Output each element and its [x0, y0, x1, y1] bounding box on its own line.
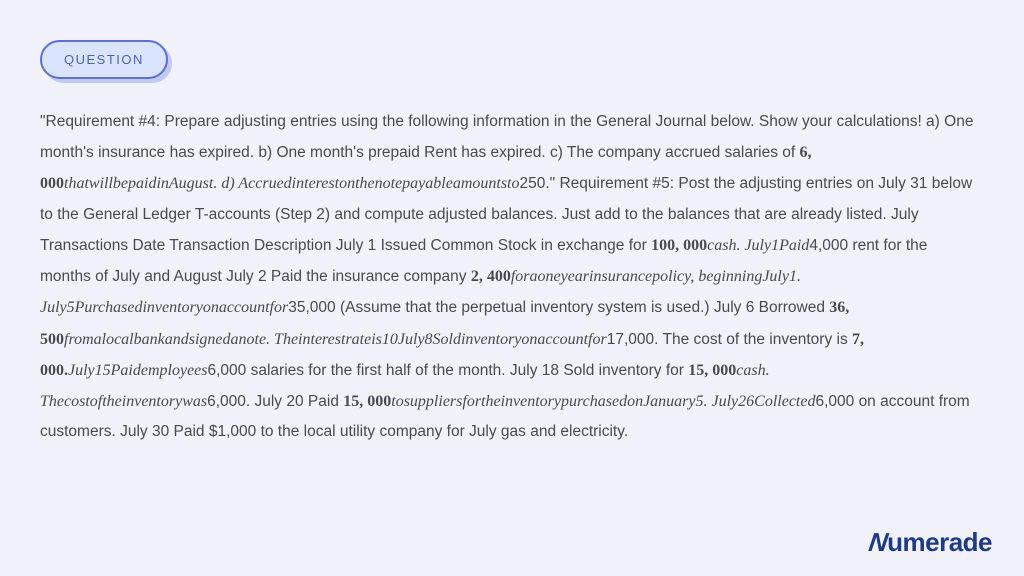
- math-text: cash. July1Paid: [707, 237, 809, 254]
- logo-text: umerade: [887, 527, 992, 557]
- math-text: fromalocalbankandsignedanote. Theinteres…: [64, 331, 607, 348]
- numerade-logo: Numerade: [869, 527, 992, 558]
- math-number: 2, 400: [471, 268, 511, 285]
- math-number: 100, 000: [651, 237, 707, 254]
- logo-first-letter: N: [867, 527, 890, 558]
- content-text: 6,000. July 20 Paid: [207, 393, 343, 410]
- question-badge-label: QUESTION: [64, 52, 144, 67]
- content-text: 35,000 (Assume that the perpetual invent…: [288, 299, 829, 316]
- math-text: tosuppliersfortheinventorypurchasedonJan…: [391, 393, 815, 410]
- math-text: thatwillbepaidinAugust. d) Accruedintere…: [64, 175, 520, 192]
- question-badge: QUESTION: [40, 40, 168, 79]
- question-content: "Requirement #4: Prepare adjusting entri…: [40, 107, 980, 447]
- content-text: 17,000. The cost of the inventory is: [607, 331, 852, 348]
- math-text: July15Paidemployees: [68, 362, 208, 379]
- math-number: 15, 000: [688, 362, 736, 379]
- content-text: 6,000 salaries for the first half of the…: [208, 362, 689, 379]
- math-number: 15, 000: [343, 393, 391, 410]
- content-text: "Requirement #4: Prepare adjusting entri…: [40, 113, 973, 161]
